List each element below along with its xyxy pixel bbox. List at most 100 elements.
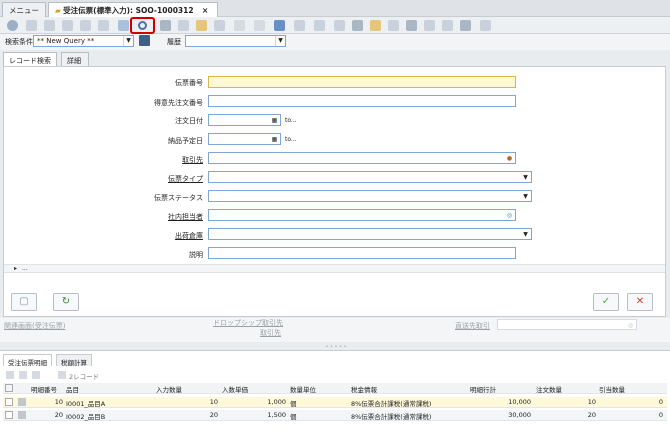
previous-record-icon[interactable]: [254, 20, 265, 31]
tab-record-search-label: レコード検索: [9, 57, 51, 65]
delete-icon[interactable]: [62, 20, 73, 31]
field-label: 得意先注文番号: [154, 99, 203, 107]
refresh-icon[interactable]: [118, 20, 129, 31]
column-header[interactable]: 税金情報: [351, 384, 377, 394]
business-partner-icon[interactable]: ●: [505, 154, 514, 163]
cell-reserved: 0: [658, 398, 663, 406]
save-query-icon[interactable]: [139, 35, 150, 46]
refresh-button[interactable]: ↻: [53, 293, 79, 311]
cancel-button[interactable]: ✕: [627, 293, 653, 311]
field-label: 伝票番号: [175, 79, 203, 87]
request-icon[interactable]: [370, 20, 381, 31]
find-dialog: 伝票番号 得意先注文番号 注文日付 ▦ to... 納品予定日 ▦ to... …: [3, 66, 666, 317]
field-label: 社内担当者: [168, 213, 203, 221]
column-header[interactable]: 入数単価: [222, 384, 248, 394]
history-icon[interactable]: [294, 20, 305, 31]
field-label: 納品予定日: [168, 137, 203, 145]
print-icon[interactable]: [334, 20, 345, 31]
query-value: ** New Query **: [37, 37, 95, 45]
delivery-date-from-input[interactable]: ▦: [208, 133, 281, 145]
history-select[interactable]: ▼: [185, 35, 286, 47]
cell-qty: 10: [209, 398, 218, 406]
cell-total: 10,000: [508, 398, 531, 406]
table-row[interactable]: 20 I0002_品目B 20 1,500 個 8%伝票合計課税(通常課税) 3…: [3, 410, 667, 421]
underlying-form: 関連画面(受注伝票) ドロップシップ取引先 取引先 直送先取引 ◎: [0, 318, 670, 342]
workflow-icon[interactable]: [442, 20, 453, 31]
query-select[interactable]: ** New Query ** ▼: [33, 35, 134, 47]
calendar-icon[interactable]: ▦: [270, 135, 279, 144]
attachment-icon[interactable]: [160, 20, 171, 31]
search-icon: ◎: [627, 322, 634, 329]
close-icon[interactable]: ×: [202, 6, 208, 15]
help-icon[interactable]: [7, 20, 18, 31]
ok-button[interactable]: ✓: [593, 293, 619, 311]
chevron-down-icon: ▼: [275, 36, 285, 46]
document-type-select[interactable]: ▼: [208, 171, 532, 183]
undo-icon[interactable]: [98, 20, 109, 31]
new-query-button[interactable]: ▢: [11, 293, 37, 311]
cell-price: 1,000: [267, 398, 286, 406]
cell-tax: 8%伝票合計課税(通常課税): [351, 413, 432, 421]
more-criteria-toggle[interactable]: ▸ ...: [4, 264, 665, 273]
lock-icon[interactable]: [424, 20, 435, 31]
tab-sales-order[interactable]: ▰ 受注伝票(標準入力): SOO-1000312 ×: [48, 2, 218, 17]
column-header[interactable]: 明細行計: [470, 384, 496, 394]
grid-toggle-icon[interactable]: [214, 20, 225, 31]
document-number-input[interactable]: [208, 76, 516, 88]
column-header[interactable]: 明細番号: [31, 384, 57, 394]
close-window-icon[interactable]: [480, 20, 491, 31]
tab-tax-label: 税額計算: [61, 359, 87, 367]
document-status-select[interactable]: ▼: [208, 190, 532, 202]
history-label: 履歴: [167, 38, 181, 46]
tab-detail[interactable]: 詳細: [61, 52, 89, 66]
business-partner-input[interactable]: ●: [208, 152, 516, 164]
warehouse-select[interactable]: ▼: [208, 228, 532, 240]
product-info-icon[interactable]: [388, 20, 399, 31]
next-record-icon[interactable]: [274, 20, 285, 31]
save-icon[interactable]: [80, 20, 91, 31]
column-header[interactable]: 引当数量: [599, 384, 625, 394]
cell-order-qty: 10: [587, 398, 596, 406]
edit-row-icon[interactable]: [19, 371, 27, 379]
select-all-checkbox[interactable]: [5, 384, 13, 392]
new-row-icon[interactable]: [6, 371, 14, 379]
grid-header: 明細番号 品目 入力数量 入数単価 数量単位 税金情報 明細行計 注文数量 引当…: [3, 383, 667, 394]
tab-order-lines[interactable]: 受注伝票明細: [3, 354, 52, 367]
column-header[interactable]: 注文数量: [536, 384, 562, 394]
toolbar: [0, 17, 670, 34]
delete-row-icon[interactable]: [32, 371, 40, 379]
user-icon[interactable]: [460, 20, 471, 31]
query-label: 検索条件: [5, 38, 33, 46]
customer-po-input[interactable]: [208, 95, 516, 107]
search-icon[interactable]: ◎: [505, 211, 514, 220]
table-row[interactable]: 10 I0001_品目A 10 1,000 個 8%伝票合計課税(通常課税) 1…: [3, 397, 667, 408]
edit-row-icon[interactable]: [18, 411, 26, 419]
tab-menu[interactable]: メニュー: [2, 2, 46, 17]
description-input[interactable]: [208, 247, 516, 259]
sales-rep-input[interactable]: ◎: [208, 209, 516, 221]
calendar-icon[interactable]: ▦: [270, 116, 279, 125]
splitter-handle[interactable]: • • • • •: [316, 344, 356, 350]
row-checkbox[interactable]: [5, 398, 13, 406]
tab-record-search[interactable]: レコード検索: [3, 52, 57, 66]
new-icon[interactable]: [26, 20, 37, 31]
row-checkbox[interactable]: [5, 411, 13, 419]
parent-record-icon[interactable]: [234, 20, 245, 31]
search-icon: [138, 21, 147, 30]
copy-icon[interactable]: [44, 20, 55, 31]
cell-line: 10: [54, 398, 63, 406]
order-date-from-input[interactable]: ▦: [208, 114, 281, 126]
settings-icon[interactable]: [406, 20, 417, 31]
column-header[interactable]: 品目: [66, 384, 79, 394]
find-button[interactable]: [130, 17, 155, 34]
report-icon[interactable]: [314, 20, 325, 31]
cell-item: I0002_品目B: [66, 413, 106, 421]
edit-row-icon[interactable]: [18, 398, 26, 406]
zoom-across-icon[interactable]: [352, 20, 363, 31]
column-header[interactable]: 入力数量: [156, 384, 182, 394]
chevron-down-icon: ▼: [523, 174, 528, 181]
tab-tax[interactable]: 税額計算: [56, 354, 92, 367]
column-header[interactable]: 数量単位: [290, 384, 316, 394]
chat-icon[interactable]: [178, 20, 189, 31]
archive-icon[interactable]: [196, 20, 207, 31]
